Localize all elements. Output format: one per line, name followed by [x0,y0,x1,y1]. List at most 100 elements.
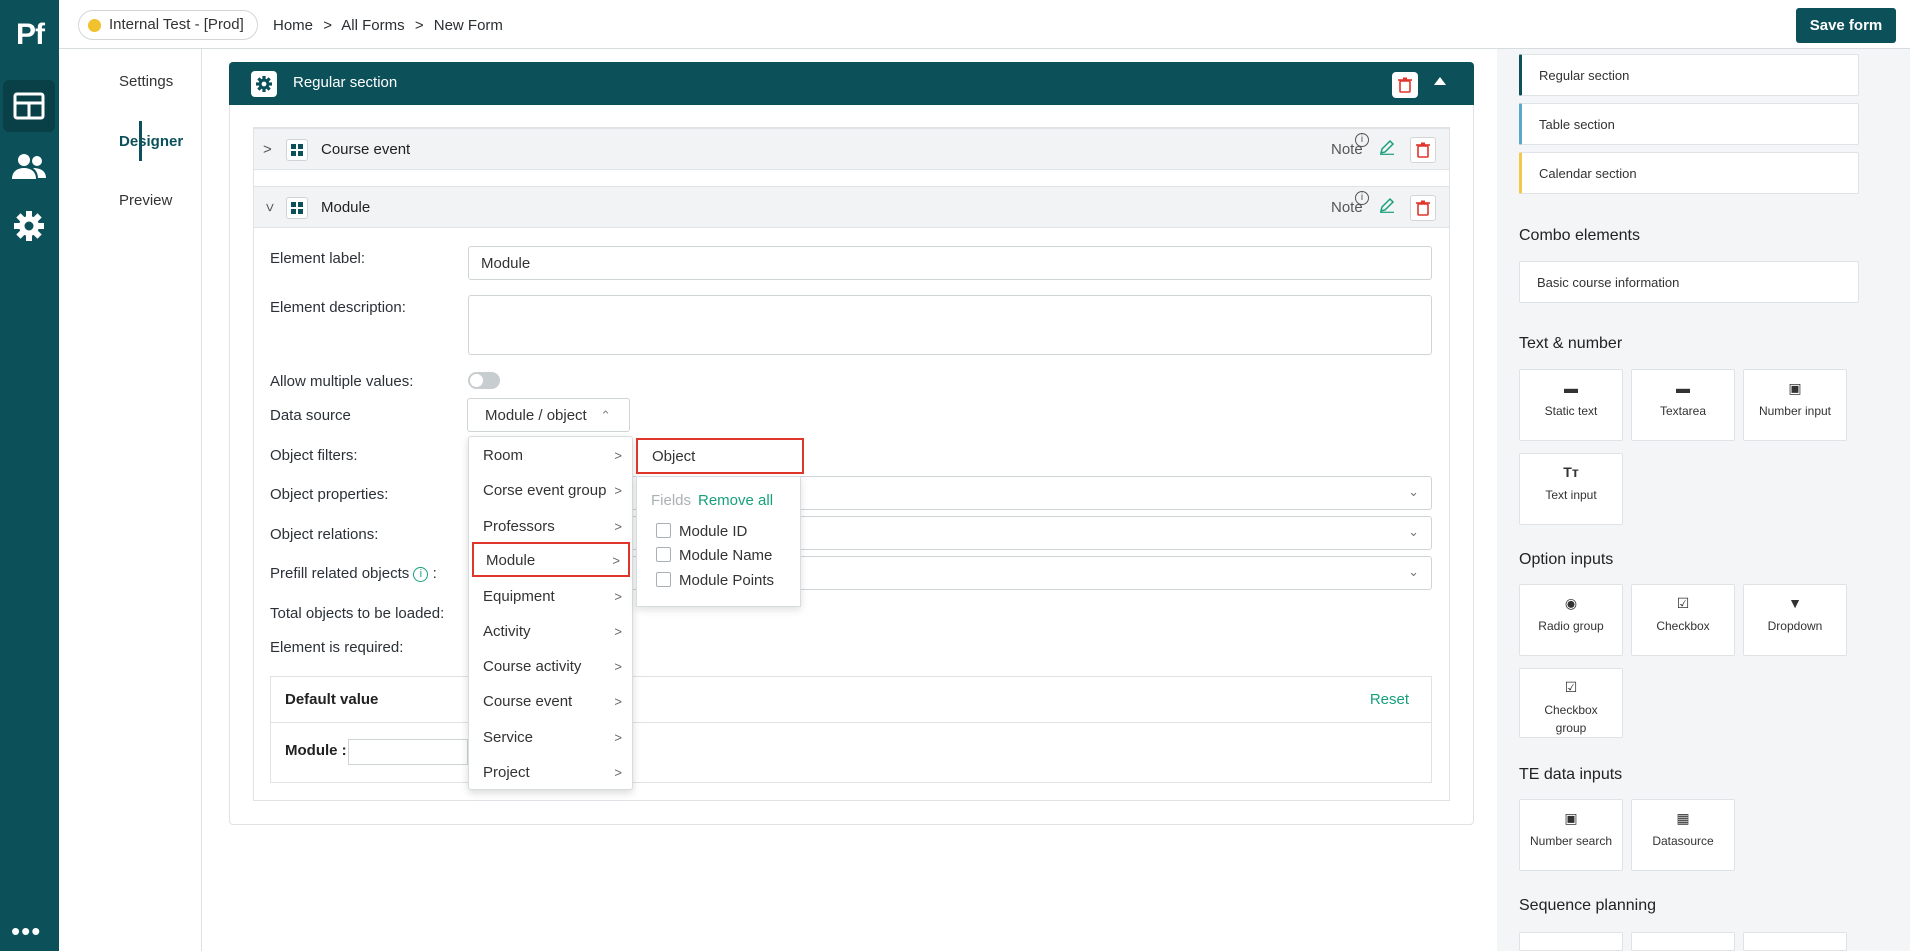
palette-radio-group[interactable]: ◉ Radio group [1519,584,1623,656]
field-checkbox-module-points[interactable]: Module Points [656,572,774,589]
data-source-select[interactable]: Module / object ⌃ [467,398,630,432]
element-required-caption: Element is required: [270,639,404,656]
palette-number-input[interactable]: ▣ Number input [1743,369,1847,441]
textarea-icon: ▬ [1676,380,1690,396]
users-nav-icon[interactable] [3,140,55,192]
palette-textarea[interactable]: ▬ Textarea [1631,369,1735,441]
chevron-right-icon: > [614,519,622,534]
element-label-input[interactable] [468,246,1432,280]
palette-dropdown[interactable]: ▼ Dropdown [1743,584,1847,656]
left-rail: Pf ••• [0,0,59,951]
info-icon[interactable]: i [1355,133,1369,147]
reset-link[interactable]: Reset [1370,691,1409,708]
expand-chevron-icon[interactable]: > [263,141,272,158]
field-checkbox-module-id[interactable]: Module ID [656,523,747,540]
palette-table-section[interactable]: Table section [1519,103,1859,145]
element-description-caption: Element description: [270,299,406,316]
top-bar: Internal Test - [Prod] Home > All Forms … [59,0,1910,49]
chevron-down-icon: ⌄ [1408,524,1419,539]
breadcrumb-all-forms[interactable]: All Forms [341,17,404,34]
delete-section-icon[interactable] [1392,72,1418,98]
static-text-icon: ▬ [1564,380,1578,396]
chevron-right-icon: > [614,694,622,709]
object-relations-caption: Object relations: [270,526,379,543]
chevron-right-icon: > [614,589,622,604]
chevron-right-icon: > [614,730,622,745]
radio-icon: ◉ [1564,595,1578,611]
combo-elements-heading: Combo elements [1519,227,1640,244]
chevron-right-icon: > [614,624,622,639]
menu-item-service[interactable]: Service > [469,719,632,754]
tab-settings[interactable]: Settings [119,73,173,90]
environment-status-icon [88,19,101,32]
environment-selector[interactable]: Internal Test - [Prod] [78,10,258,40]
chevron-right-icon: > [614,659,622,674]
chevron-up-icon: ⌃ [600,408,611,423]
menu-item-module[interactable]: Module > [472,542,630,577]
section-settings-icon[interactable] [251,71,277,97]
more-icon[interactable]: ••• [11,918,41,944]
palette-calendar-section[interactable]: Calendar section [1519,152,1859,194]
data-source-value: Module / object [485,407,587,424]
menu-item-course-event[interactable]: Course event > [469,683,632,718]
data-source-caption: Data source [270,407,351,424]
tab-designer[interactable]: Designer [119,133,183,150]
collapse-section-icon[interactable] [1434,77,1446,85]
save-form-button[interactable]: Save form [1796,8,1896,43]
option-inputs-heading: Option inputs [1519,551,1614,568]
field-checkbox-module-name[interactable]: Module Name [656,547,772,564]
settings-nav-icon[interactable] [3,200,55,252]
text-input-icon: Tт [1563,464,1579,480]
palette-datasource[interactable]: ▦ Datasource [1631,799,1735,871]
menu-item-course-activity[interactable]: Course activity > [469,648,632,683]
checkbox-icon [656,523,671,538]
palette-sequence-tile[interactable] [1519,932,1623,951]
palette-static-text[interactable]: ▬ Static text [1519,369,1623,441]
element-title: Course event [321,141,411,158]
chevron-right-icon: > [614,483,622,498]
delete-icon[interactable] [1410,195,1436,221]
palette-number-search[interactable]: ▣ Number search [1519,799,1623,871]
menu-item-professors[interactable]: Professors > [469,508,632,543]
side-tabs: Settings Designer Preview [59,49,202,951]
module-field-input[interactable] [348,739,468,765]
breadcrumb-home[interactable]: Home [273,17,313,34]
tab-preview[interactable]: Preview [119,192,172,209]
info-icon[interactable]: i [1355,191,1369,205]
section-header[interactable]: Regular section [229,62,1474,105]
remove-all-link[interactable]: Remove all [698,492,773,509]
palette-text-input[interactable]: Tт Text input [1519,453,1623,525]
edit-icon[interactable] [1379,197,1395,218]
delete-icon[interactable] [1410,137,1436,163]
palette-checkbox[interactable]: ☑ Checkbox [1631,584,1735,656]
menu-item-corse-event-group[interactable]: Corse event group > [469,472,632,507]
breadcrumb: Home > All Forms > New Form [273,17,509,34]
menu-item-room[interactable]: Room > [469,437,632,472]
element-row-course-event[interactable]: > Course event Note i [253,128,1450,170]
menu-item-activity[interactable]: Activity > [469,613,632,648]
info-icon[interactable]: i [413,567,429,582]
palette-sequence-tile[interactable] [1631,932,1735,951]
palette-sequence-tile[interactable] [1743,932,1847,951]
fields-label: Fields [651,492,692,509]
element-row-module[interactable]: > Module Note i [253,186,1450,228]
edit-icon[interactable] [1379,139,1395,160]
default-value-panel: Default value Reset Module : [270,676,1432,783]
datasource-icon: ▦ [1676,810,1690,826]
dropdown-icon: ▼ [1788,595,1802,611]
element-description-textarea[interactable] [468,295,1432,355]
menu-item-project[interactable]: Project > [469,754,632,789]
palette-basic-course-information[interactable]: Basic course information [1519,261,1859,303]
palette-regular-section[interactable]: Regular section [1519,54,1859,96]
data-source-menu: Room > Corse event group > Professors > Mod… [468,436,633,790]
allow-multiple-toggle[interactable] [468,372,500,389]
checkbox-group-icon: ☑ [1564,679,1578,695]
menu-item-equipment[interactable]: Equipment > [469,578,632,613]
collapse-chevron-icon[interactable]: > [261,203,278,212]
object-option[interactable]: Object [636,438,804,474]
sequence-planning-heading: Sequence planning [1519,897,1657,914]
palette-checkbox-group[interactable]: ☑ Checkbox group [1519,668,1623,738]
forms-nav-icon[interactable] [3,80,55,132]
breadcrumb-new-form: New Form [433,17,503,34]
chevron-right-icon: > [612,553,620,568]
